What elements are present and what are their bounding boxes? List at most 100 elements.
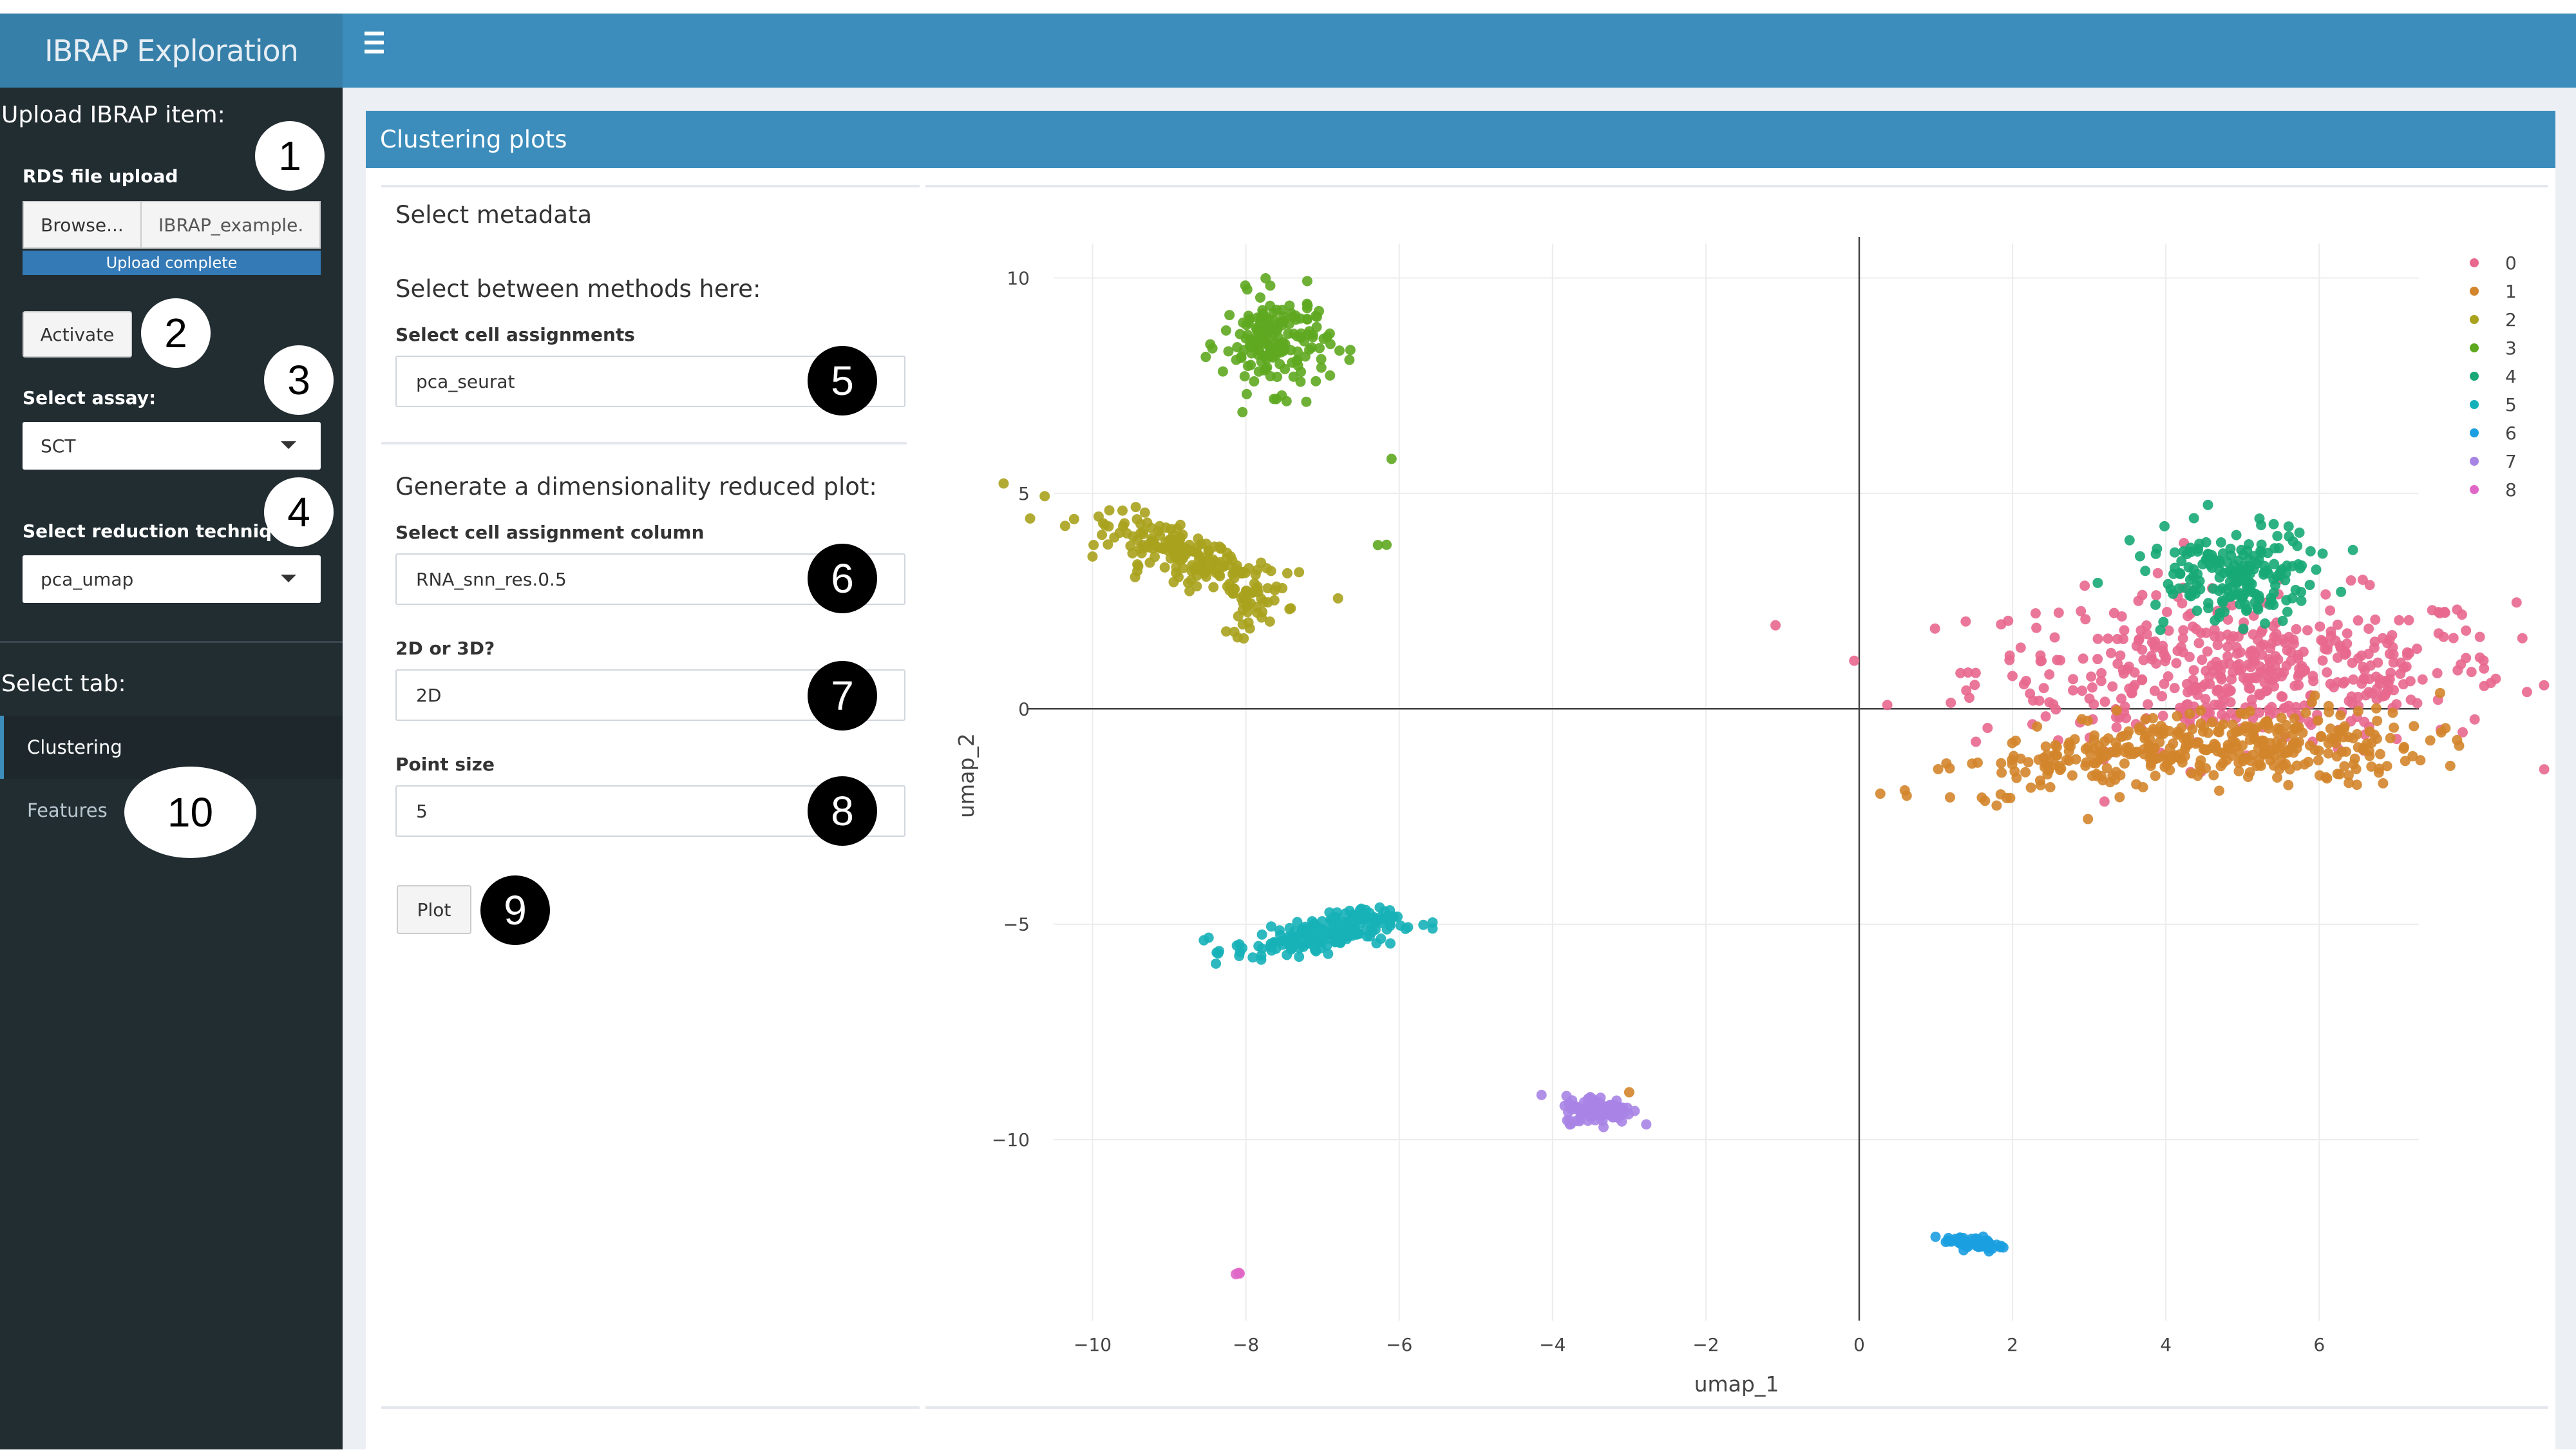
data-point-cluster-2 (1171, 562, 1182, 573)
data-point-cluster-1 (2409, 721, 2420, 732)
data-point-cluster-0 (2068, 674, 2079, 685)
data-point-cluster-3 (1307, 329, 1318, 340)
data-point-cluster-2 (1137, 540, 1148, 551)
data-point-cluster-0 (2264, 704, 2275, 715)
legend-label-5: 5 (2505, 394, 2517, 416)
data-point-cluster-3 (1283, 318, 1294, 329)
data-point-cluster-0 (2216, 674, 2227, 685)
data-point-cluster-4 (2256, 520, 2267, 531)
data-point-cluster-0 (2086, 671, 2097, 682)
data-point-cluster-5 (1311, 946, 1321, 957)
callout-6: 6 (808, 544, 877, 613)
data-point-cluster-0 (2356, 650, 2367, 661)
data-point-cluster-2 (1130, 502, 1141, 513)
x-tick-label: 6 (2313, 1334, 2325, 1355)
data-point-cluster-2 (1196, 539, 1207, 549)
data-point-cluster-0 (2175, 642, 2186, 653)
data-point-cluster-7 (1597, 1115, 1608, 1126)
data-point-cluster-0 (2151, 590, 2162, 601)
data-point-cluster-5 (1253, 941, 1264, 951)
data-point-cluster-0 (2171, 658, 2182, 669)
data-point-cluster-1 (2145, 760, 2156, 771)
data-point-cluster-0 (2092, 654, 2103, 665)
legend-marker-3 (2470, 343, 2479, 352)
data-point-cluster-0 (2325, 678, 2336, 689)
legend-marker-2 (2470, 315, 2479, 324)
data-point-cluster-1 (2240, 721, 2251, 732)
data-point-cluster-2 (1168, 577, 1179, 587)
data-point-cluster-3 (1260, 363, 1271, 374)
data-point-cluster-0 (2025, 688, 2036, 699)
data-point-cluster-0 (2131, 640, 2142, 651)
data-point-cluster-1 (1944, 763, 1955, 774)
data-point-cluster-1 (2076, 714, 2087, 725)
data-point-cluster-0 (2077, 685, 2088, 696)
data-point-cluster-0 (2318, 636, 2329, 647)
data-point-cluster-0 (2201, 665, 2211, 676)
data-point-cluster-2 (1191, 581, 1202, 592)
data-point-cluster-0 (2485, 678, 2496, 689)
data-point-cluster-0 (2202, 646, 2213, 657)
data-point-cluster-1 (2398, 743, 2409, 754)
data-point-cluster-1 (2134, 722, 2145, 733)
data-point-cluster-4 (2188, 513, 2199, 524)
x-tick-label: −6 (1386, 1334, 1412, 1355)
data-point-cluster-0 (2112, 633, 2123, 644)
data-point-cluster-0 (2370, 614, 2381, 625)
data-point-cluster-3 (1205, 339, 1216, 350)
data-point-cluster-1 (2313, 755, 2324, 766)
data-point-cluster-3 (1296, 367, 1307, 377)
data-point-cluster-1 (2385, 732, 2396, 743)
data-point-cluster-4 (2190, 588, 2201, 599)
data-point-cluster-0 (2021, 676, 2032, 687)
data-point-cluster-2 (1294, 567, 1305, 578)
data-point-cluster-1 (2313, 715, 2324, 726)
data-point-cluster-1 (2088, 734, 2099, 745)
data-point-cluster-0 (2111, 721, 2122, 732)
data-point-cluster-0 (2469, 714, 2480, 725)
data-point-cluster-0 (2193, 638, 2204, 649)
data-point-cluster-3 (1249, 376, 1260, 387)
data-point-cluster-2 (1103, 521, 1114, 532)
data-point-cluster-0 (2461, 625, 2472, 636)
data-point-cluster-2 (1251, 602, 1262, 613)
data-point-cluster-2 (1117, 505, 1128, 516)
data-point-cluster-4 (2092, 577, 2103, 588)
umap-scatter-plot[interactable]: −10 −8 −6 −4 −2 0 2 4 61050−5−10umap_1umap_20123… (0, 0, 2576, 1449)
data-point-cluster-1 (2387, 707, 2398, 718)
data-point-cluster-4 (2155, 624, 2166, 635)
data-point-cluster-1 (2197, 726, 2208, 737)
data-point-cluster-0 (2088, 699, 2099, 710)
data-point-cluster-1 (2150, 770, 2161, 781)
data-point-cluster-4 (2272, 531, 2283, 542)
data-point-cluster-5 (1389, 911, 1400, 922)
data-point-cluster-5 (1403, 922, 1414, 933)
data-point-cluster-3 (1311, 376, 1321, 387)
data-point-cluster-1 (2324, 707, 2334, 718)
data-point-cluster-1 (2374, 749, 2385, 759)
x-tick-label: −2 (1692, 1334, 1719, 1355)
data-point-cluster-2 (1178, 553, 1189, 564)
data-point-cluster-0 (2222, 651, 2233, 662)
data-point-cluster-2 (1208, 582, 1219, 593)
data-point-cluster-0 (2192, 689, 2203, 700)
data-point-cluster-1 (2164, 725, 2175, 736)
data-point-cluster-0 (2049, 632, 2060, 643)
x-tick-label: −4 (1539, 1334, 1566, 1355)
data-point-cluster-4 (2159, 521, 2170, 531)
data-point-cluster-0 (2405, 676, 2416, 687)
data-point-cluster-7 (1568, 1101, 1579, 1112)
data-point-cluster-1 (2050, 750, 2061, 761)
data-point-cluster-0 (2353, 615, 2363, 626)
data-point-cluster-5 (1385, 938, 1396, 949)
data-point-cluster-4 (2294, 527, 2305, 538)
data-point-cluster-1 (2348, 733, 2359, 744)
legend-marker-5 (2470, 400, 2479, 409)
data-point-cluster-4 (2296, 595, 2307, 606)
data-point-cluster-3 (1224, 310, 1235, 321)
data-point-cluster-1 (2067, 770, 2078, 781)
data-point-cluster-5 (1294, 951, 1305, 962)
legend-label-2: 2 (2505, 309, 2517, 330)
data-point-cluster-1 (2148, 712, 2159, 723)
legend-label-7: 7 (2505, 451, 2517, 472)
